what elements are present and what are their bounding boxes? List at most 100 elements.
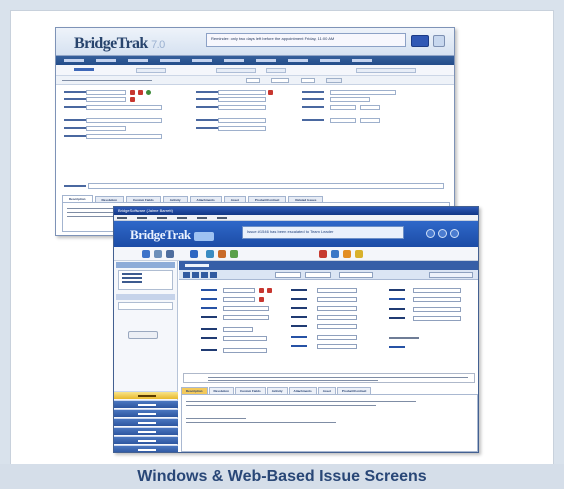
- contact-field[interactable]: [86, 97, 126, 102]
- alert-icon[interactable]: [218, 250, 226, 258]
- group-members-select[interactable]: [356, 68, 416, 73]
- location-field[interactable]: [86, 105, 162, 110]
- nav-workflow[interactable]: [114, 436, 178, 444]
- due-date-field[interactable]: [413, 307, 461, 312]
- priority-select[interactable]: [218, 105, 266, 110]
- refresh-icon[interactable]: [206, 250, 214, 258]
- status-select[interactable]: [218, 90, 266, 95]
- back-icon[interactable]: [426, 229, 435, 238]
- received-date-field[interactable]: [330, 105, 356, 110]
- status-field[interactable]: [246, 78, 260, 83]
- new-icon[interactable]: [142, 250, 150, 258]
- time-field[interactable]: [413, 316, 461, 321]
- assigned-group-select[interactable]: [413, 288, 461, 293]
- nav-link[interactable]: [192, 59, 212, 62]
- nav-link[interactable]: [320, 59, 340, 62]
- forward-icon[interactable]: [438, 229, 447, 238]
- go-button[interactable]: [128, 331, 158, 339]
- received-time-field[interactable]: [360, 105, 380, 110]
- last-icon[interactable]: [210, 272, 217, 278]
- contact-icon[interactable]: [267, 288, 272, 293]
- category-select[interactable]: [218, 126, 266, 131]
- type-field[interactable]: [301, 78, 315, 83]
- email-field[interactable]: [86, 134, 162, 139]
- tab-description[interactable]: Description: [62, 195, 93, 202]
- customer-field[interactable]: [86, 90, 126, 95]
- timer-field[interactable]: [339, 272, 373, 278]
- contact-icon[interactable]: [130, 97, 135, 102]
- phone-icon[interactable]: [259, 297, 264, 302]
- nav-team-member[interactable]: [114, 400, 178, 408]
- tab-resolution[interactable]: Resolution: [208, 387, 235, 394]
- priority-field[interactable]: [271, 78, 289, 83]
- received-date-field[interactable]: [317, 297, 357, 302]
- customer-icon[interactable]: [259, 288, 264, 293]
- logout-button[interactable]: [433, 35, 445, 47]
- open-icon[interactable]: [154, 250, 162, 258]
- group-member-select[interactable]: [216, 68, 256, 73]
- tab-custom-fields[interactable]: Custom Fields: [235, 387, 266, 394]
- issue-type-select[interactable]: [218, 118, 266, 123]
- save-button[interactable]: [326, 78, 342, 83]
- contact-field[interactable]: [223, 297, 255, 302]
- nav-link[interactable]: [352, 59, 372, 62]
- sub-status-select[interactable]: [317, 315, 357, 320]
- email-field[interactable]: [223, 336, 267, 341]
- customer-icon[interactable]: [130, 90, 135, 95]
- nav-reports[interactable]: [114, 445, 178, 452]
- priority-select[interactable]: [317, 324, 357, 329]
- department-field[interactable]: [86, 118, 162, 123]
- issue-type-select[interactable]: [317, 335, 357, 340]
- menu-edit[interactable]: [137, 216, 147, 219]
- star-icon[interactable]: [355, 250, 363, 258]
- menu-window[interactable]: [197, 216, 207, 219]
- hours-field[interactable]: [275, 272, 301, 278]
- nav-link[interactable]: [160, 59, 180, 62]
- status-select[interactable]: [317, 306, 357, 311]
- description-pane[interactable]: [181, 394, 478, 452]
- stop-icon[interactable]: [319, 250, 327, 258]
- sub-status-select[interactable]: [218, 97, 266, 102]
- nav-link[interactable]: [224, 59, 244, 62]
- issue-number-field[interactable]: [317, 288, 357, 293]
- source-select[interactable]: [223, 348, 267, 353]
- approve-icon[interactable]: [230, 250, 238, 258]
- nav-link[interactable]: [64, 59, 84, 62]
- save-icon[interactable]: [166, 250, 174, 258]
- due-date-field[interactable]: [330, 118, 356, 123]
- nav-sources[interactable]: [114, 409, 178, 417]
- next-icon[interactable]: [201, 272, 208, 278]
- search-field[interactable]: [118, 302, 173, 310]
- nav-link[interactable]: [288, 59, 308, 62]
- first-icon[interactable]: [183, 272, 190, 278]
- prev-icon[interactable]: [192, 272, 199, 278]
- phone-field[interactable]: [86, 126, 126, 131]
- nav-link[interactable]: [96, 59, 116, 62]
- department-field[interactable]: [223, 315, 269, 320]
- go-button[interactable]: [411, 35, 429, 47]
- print-icon[interactable]: [190, 250, 198, 258]
- tab-attachments[interactable]: Attachments: [288, 387, 317, 394]
- nav-link[interactable]: [256, 59, 276, 62]
- issue-views-list[interactable]: [118, 270, 173, 290]
- assigned-user-select[interactable]: [330, 97, 370, 102]
- assigned-group-select[interactable]: [330, 90, 396, 95]
- nav-issues[interactable]: [114, 391, 178, 399]
- flag-icon[interactable]: [343, 250, 351, 258]
- menu-view[interactable]: [157, 216, 167, 219]
- filter-button[interactable]: [266, 68, 286, 73]
- nav-setup[interactable]: [114, 418, 178, 426]
- nav-case[interactable]: [114, 427, 178, 435]
- tab-asset[interactable]: Asset: [317, 387, 336, 394]
- home-icon[interactable]: [450, 229, 459, 238]
- due-time-field[interactable]: [360, 118, 380, 123]
- summary-field[interactable]: [62, 183, 450, 189]
- email-icon[interactable]: [138, 90, 143, 95]
- summary-field[interactable]: [183, 373, 475, 383]
- tab-activity[interactable]: Activity: [266, 387, 288, 394]
- menu-tools[interactable]: [177, 216, 187, 219]
- category-select[interactable]: [317, 344, 357, 349]
- assigned-user-select[interactable]: [413, 297, 461, 302]
- send-icon[interactable]: [331, 250, 339, 258]
- minutes-field[interactable]: [305, 272, 331, 278]
